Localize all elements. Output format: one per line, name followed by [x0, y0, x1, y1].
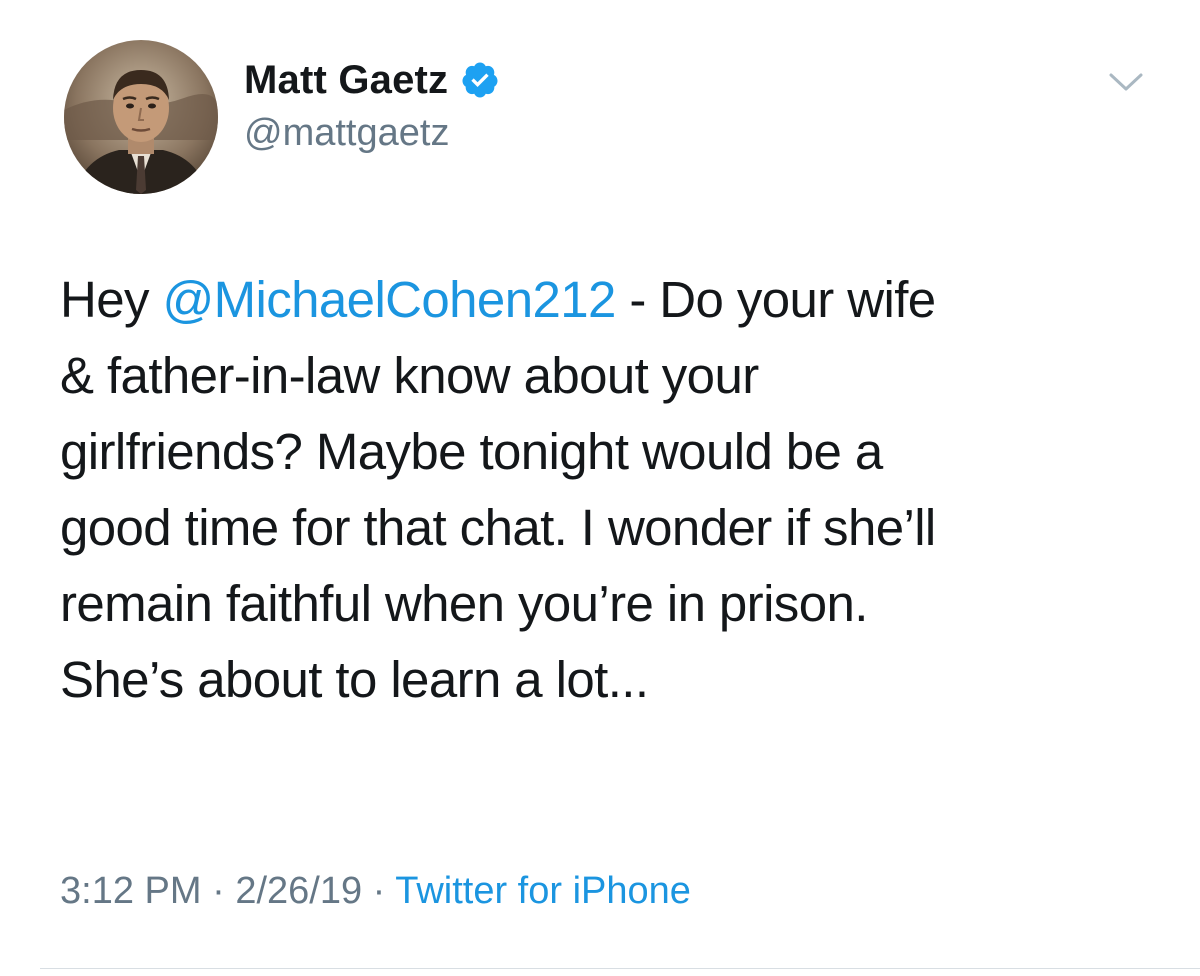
tweet-text: Hey @MichaelCohen212 - Do your wife & fa… [60, 262, 1170, 718]
tweet-text-body: - Do your wife & father-in-law know abou… [60, 271, 936, 708]
meta-separator: · [201, 870, 236, 912]
author-name-row[interactable]: Matt Gaetz [244, 55, 500, 105]
author-handle[interactable]: @mattgaetz [244, 112, 449, 155]
tweet-date[interactable]: 2/26/19 [235, 870, 362, 912]
tweet-card: Matt Gaetz @mattgaetz Hey @MichaelCohen2… [0, 0, 1200, 976]
mention-link[interactable]: @MichaelCohen212 [162, 271, 616, 328]
tweet-time[interactable]: 3:12 PM [60, 870, 202, 912]
verified-badge-icon [460, 60, 500, 100]
meta-separator: · [362, 870, 396, 912]
divider [40, 968, 1200, 969]
author-display-name[interactable]: Matt Gaetz [244, 58, 448, 103]
avatar[interactable] [64, 40, 218, 194]
tweet-text-intro: Hey [60, 271, 163, 328]
avatar-photo [64, 40, 218, 194]
tweet-metadata: 3:12 PM · 2/26/19 · Twitter for iPhone [60, 870, 691, 913]
chevron-down-icon[interactable] [1108, 70, 1144, 94]
tweet-source-link[interactable]: Twitter for iPhone [395, 870, 691, 912]
